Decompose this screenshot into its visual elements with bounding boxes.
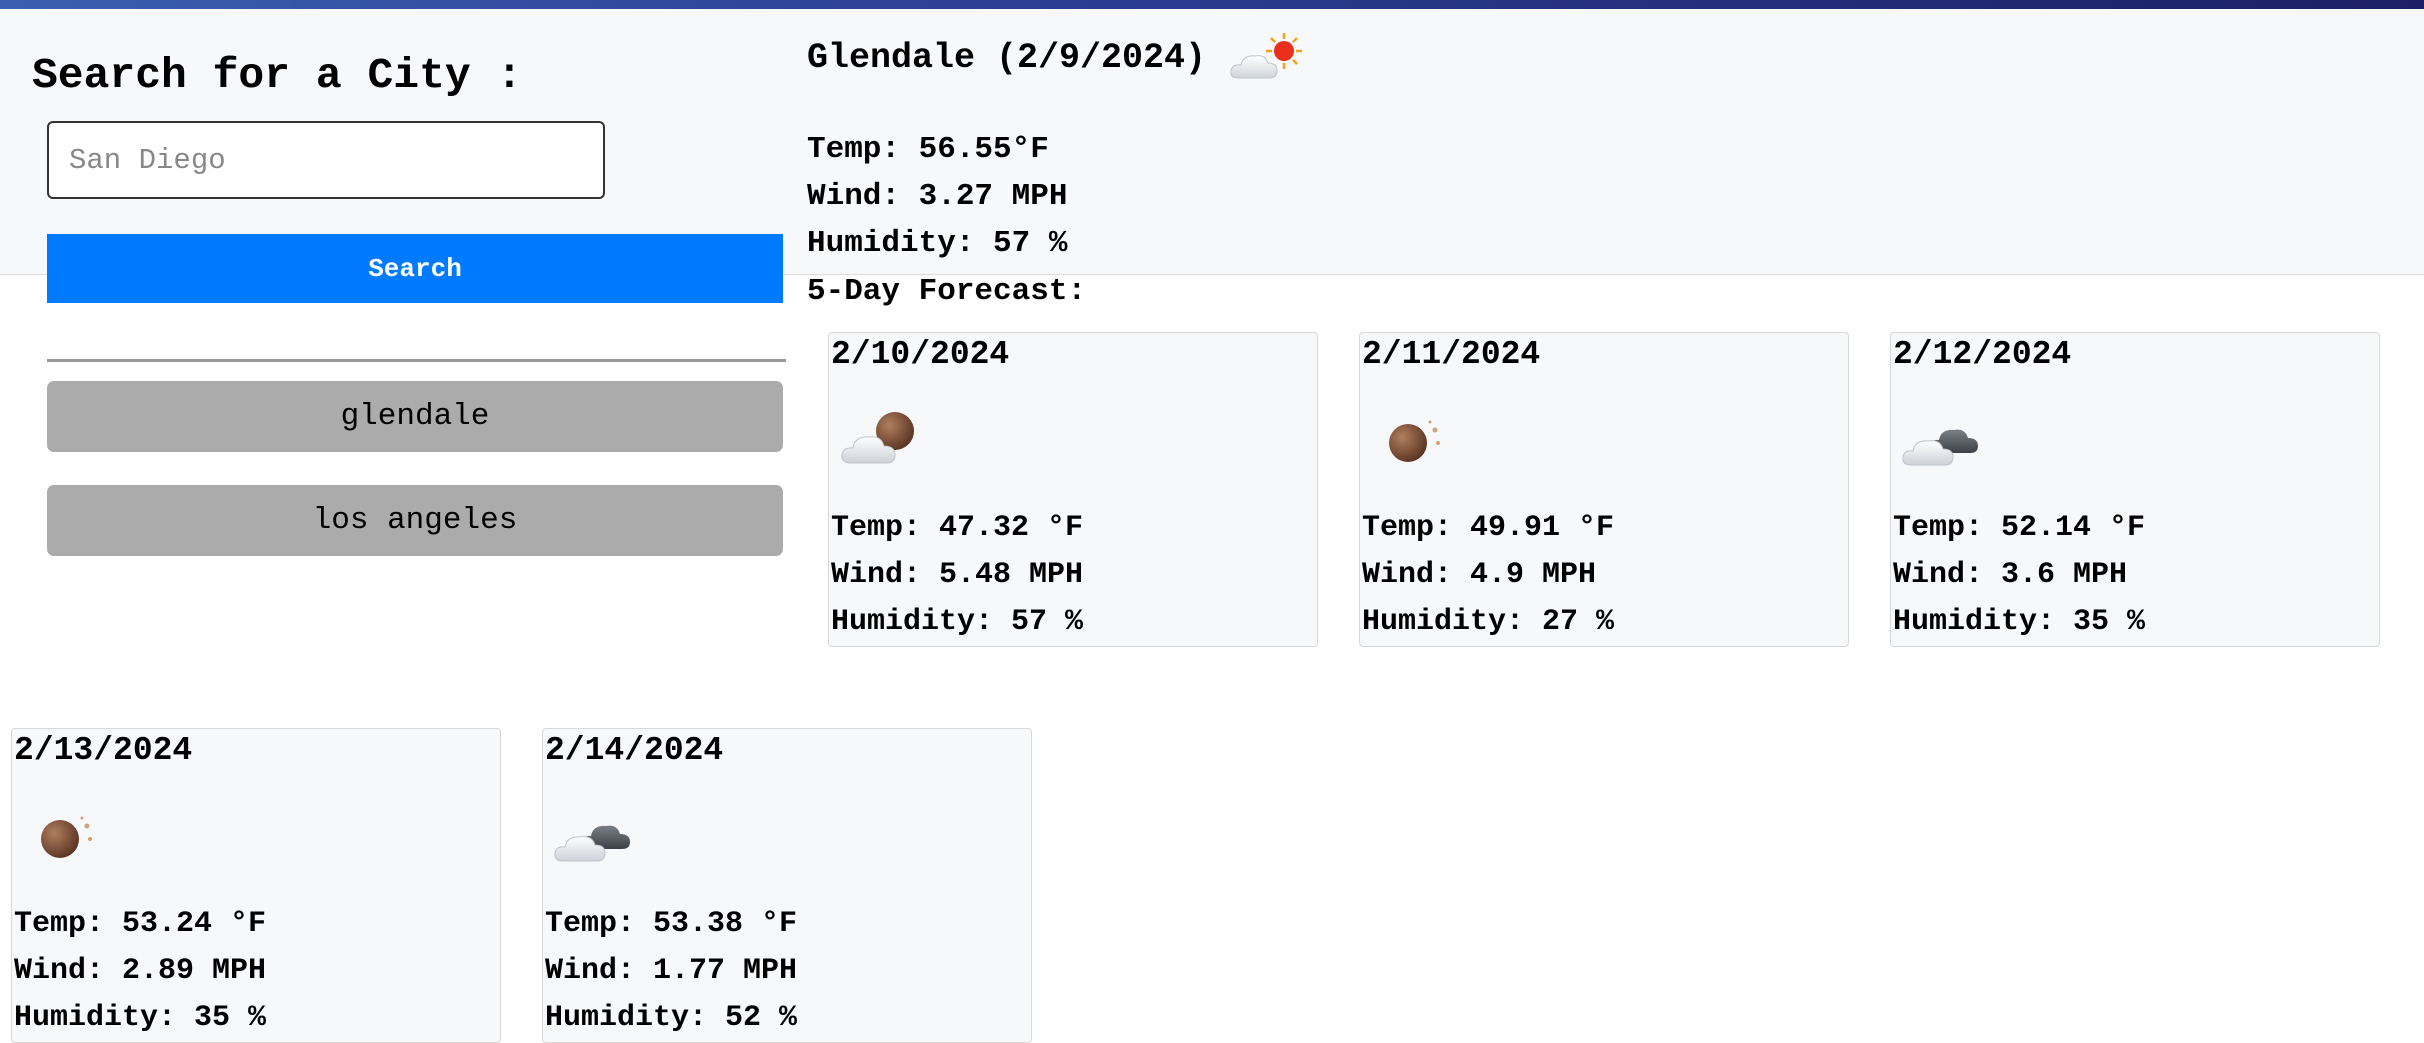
history-button-los-angeles[interactable]: los angeles [47, 485, 783, 556]
top-gradient-bar [0, 0, 2424, 9]
forecast-wind: Wind: 1.77 MPH [545, 954, 798, 988]
forecast-heading: 5-Day Forecast: [807, 274, 1087, 309]
broken-clouds-icon [1902, 429, 1978, 466]
current-humidity: Humidity: 57 % [807, 226, 1068, 261]
forecast-humidity: Humidity: 57 % [831, 605, 1084, 639]
forecast-temp: Temp: 47.32 °F [831, 511, 1084, 545]
forecast-card: 2/12/2024 Temp: 52.14 °F Wind: 3.6 MPH H… [1890, 332, 2380, 647]
forecast-humidity: Humidity: 35 % [14, 1001, 267, 1035]
current-temp: Temp: 56.55°F [807, 132, 1049, 167]
forecast-date: 2/11/2024 [1362, 336, 1541, 373]
clear-night-icon [41, 816, 92, 858]
search-input[interactable] [47, 121, 605, 199]
forecast-card: 2/10/2024 Temp: 47.32 °F Wind: 5.48 MPH … [828, 332, 1318, 647]
forecast-date: 2/12/2024 [1893, 336, 2072, 373]
forecast-wind: Wind: 5.48 MPH [831, 558, 1084, 592]
forecast-card: 2/14/2024 Temp: 53.38 °F Wind: 1.77 MPH … [542, 728, 1032, 1043]
forecast-card: 2/13/2024 Temp: 53.24 °F Wind: 2.89 MPH … [11, 728, 501, 1043]
forecast-humidity: Humidity: 52 % [545, 1001, 798, 1035]
forecast-temp: Temp: 52.14 °F [1893, 511, 2146, 545]
forecast-wind: Wind: 4.9 MPH [1362, 558, 1597, 592]
current-wind: Wind: 3.27 MPH [807, 179, 1068, 214]
search-button[interactable]: Search [47, 234, 783, 303]
history-divider [47, 359, 786, 362]
search-title: Search for a City : [32, 51, 523, 100]
forecast-temp: Temp: 53.24 °F [14, 907, 267, 941]
forecast-card: 2/11/2024 Temp: 49.91 °F Wind: 4.9 MPH H… [1359, 332, 1849, 647]
forecast-wind: Wind: 3.6 MPH [1893, 558, 2128, 592]
forecast-date: 2/14/2024 [545, 732, 724, 769]
forecast-humidity: Humidity: 27 % [1362, 605, 1615, 639]
clear-night-icon [1389, 420, 1440, 462]
forecast-temp: Temp: 49.91 °F [1362, 511, 1615, 545]
forecast-humidity: Humidity: 35 % [1893, 605, 2146, 639]
few-clouds-day-icon [1230, 33, 1303, 79]
current-city-title: Glendale (2/9/2024) [807, 38, 1207, 78]
broken-clouds-icon [554, 825, 630, 862]
forecast-temp: Temp: 53.38 °F [545, 907, 798, 941]
forecast-date: 2/13/2024 [14, 732, 193, 769]
forecast-wind: Wind: 2.89 MPH [14, 954, 267, 988]
history-button-glendale[interactable]: glendale [47, 381, 783, 452]
forecast-date: 2/10/2024 [831, 336, 1010, 373]
few-clouds-night-icon [841, 412, 914, 464]
